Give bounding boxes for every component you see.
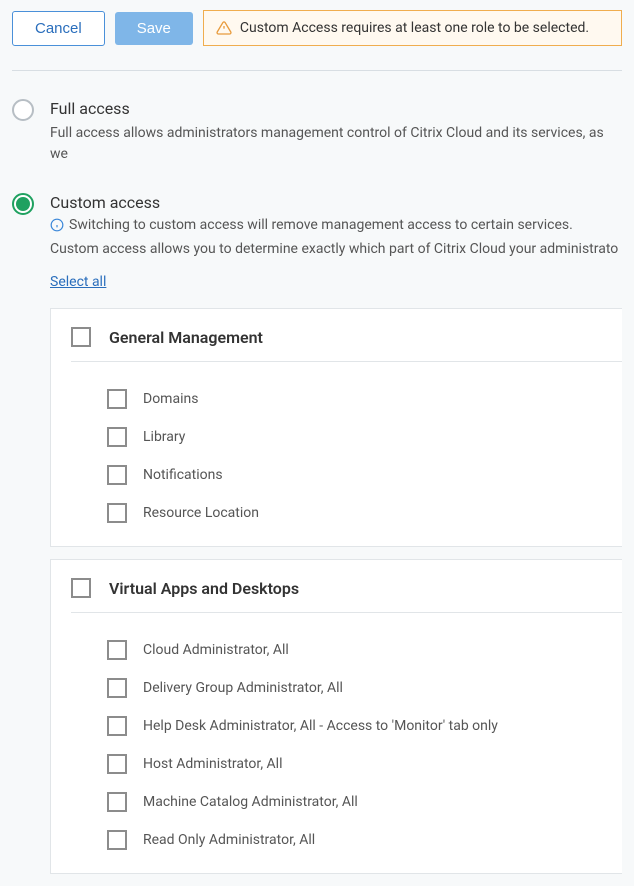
- item-row: Read Only Administrator, All: [107, 821, 622, 859]
- item-checkbox[interactable]: [107, 716, 127, 736]
- item-row: Delivery Group Administrator, All: [107, 669, 622, 707]
- option-body: Custom access Switching to custom access…: [50, 193, 622, 886]
- item-checkbox[interactable]: [107, 640, 127, 660]
- item-checkbox[interactable]: [107, 830, 127, 850]
- section-box: Virtual Apps and Desktops Cloud Administr…: [50, 559, 622, 874]
- select-all-link[interactable]: Select all: [50, 274, 106, 290]
- section-header: Virtual Apps and Desktops: [71, 578, 622, 613]
- warning-banner: Custom Access requires at least one role…: [203, 10, 622, 46]
- custom-access-info-text: Switching to custom access will remove m…: [69, 217, 573, 233]
- item-label: Domains: [143, 391, 198, 407]
- item-checkbox[interactable]: [107, 503, 127, 523]
- save-button[interactable]: Save: [115, 12, 193, 45]
- item-checkbox[interactable]: [107, 427, 127, 447]
- item-row: Host Administrator, All: [107, 745, 622, 783]
- item-row: Cloud Administrator, All: [107, 631, 622, 669]
- radio-custom-access[interactable]: [12, 193, 34, 215]
- info-icon: [50, 218, 64, 232]
- item-label: Library: [143, 429, 185, 445]
- item-row: Notifications: [107, 456, 622, 494]
- custom-access-title: Custom access: [50, 193, 622, 212]
- item-checkbox[interactable]: [107, 465, 127, 485]
- full-access-title: Full access: [50, 99, 622, 118]
- item-label: Read Only Administrator, All: [143, 832, 315, 848]
- radio-full-access[interactable]: [12, 99, 34, 121]
- item-checkbox[interactable]: [107, 754, 127, 774]
- item-row: Library: [107, 418, 622, 456]
- item-label: Delivery Group Administrator, All: [143, 680, 343, 696]
- custom-access-desc: Custom access allows you to determine ex…: [50, 239, 622, 260]
- access-options: Full access Full access allows administr…: [0, 71, 634, 886]
- item-row: Machine Catalog Administrator, All: [107, 783, 622, 821]
- item-checkbox[interactable]: [107, 678, 127, 698]
- item-label: Machine Catalog Administrator, All: [143, 794, 358, 810]
- item-label: Notifications: [143, 467, 223, 483]
- option-full-access: Full access Full access allows administr…: [12, 99, 622, 165]
- item-row: Domains: [107, 380, 622, 418]
- item-checkbox[interactable]: [107, 389, 127, 409]
- section-checkbox[interactable]: [71, 578, 91, 598]
- option-custom-access: Custom access Switching to custom access…: [12, 193, 622, 886]
- section-items: Domains Library Notifications Resource Loca…: [71, 380, 622, 532]
- full-access-desc: Full access allows administrators manage…: [50, 123, 622, 165]
- section-header: General Management: [71, 327, 622, 362]
- item-row: Resource Location: [107, 494, 622, 532]
- toolbar: Cancel Save Custom Access requires at le…: [0, 0, 634, 46]
- item-label: Help Desk Administrator, All - Access to…: [143, 718, 498, 734]
- warning-icon: [216, 20, 232, 36]
- section-title: Virtual Apps and Desktops: [109, 579, 299, 598]
- item-label: Cloud Administrator, All: [143, 642, 289, 658]
- cancel-button[interactable]: Cancel: [12, 11, 105, 46]
- item-row: Help Desk Administrator, All - Access to…: [107, 707, 622, 745]
- option-body: Full access Full access allows administr…: [50, 99, 622, 165]
- item-label: Resource Location: [143, 505, 259, 521]
- custom-access-info: Switching to custom access will remove m…: [50, 217, 622, 233]
- section-items: Cloud Administrator, All Delivery Group A…: [71, 631, 622, 859]
- item-checkbox[interactable]: [107, 792, 127, 812]
- sections-container: General Management Domains Library Notifica…: [50, 308, 622, 874]
- item-label: Host Administrator, All: [143, 756, 283, 772]
- section-title: General Management: [109, 328, 263, 347]
- warning-text: Custom Access requires at least one role…: [240, 20, 589, 36]
- section-checkbox[interactable]: [71, 327, 91, 347]
- section-box: General Management Domains Library Notifica…: [50, 308, 622, 547]
